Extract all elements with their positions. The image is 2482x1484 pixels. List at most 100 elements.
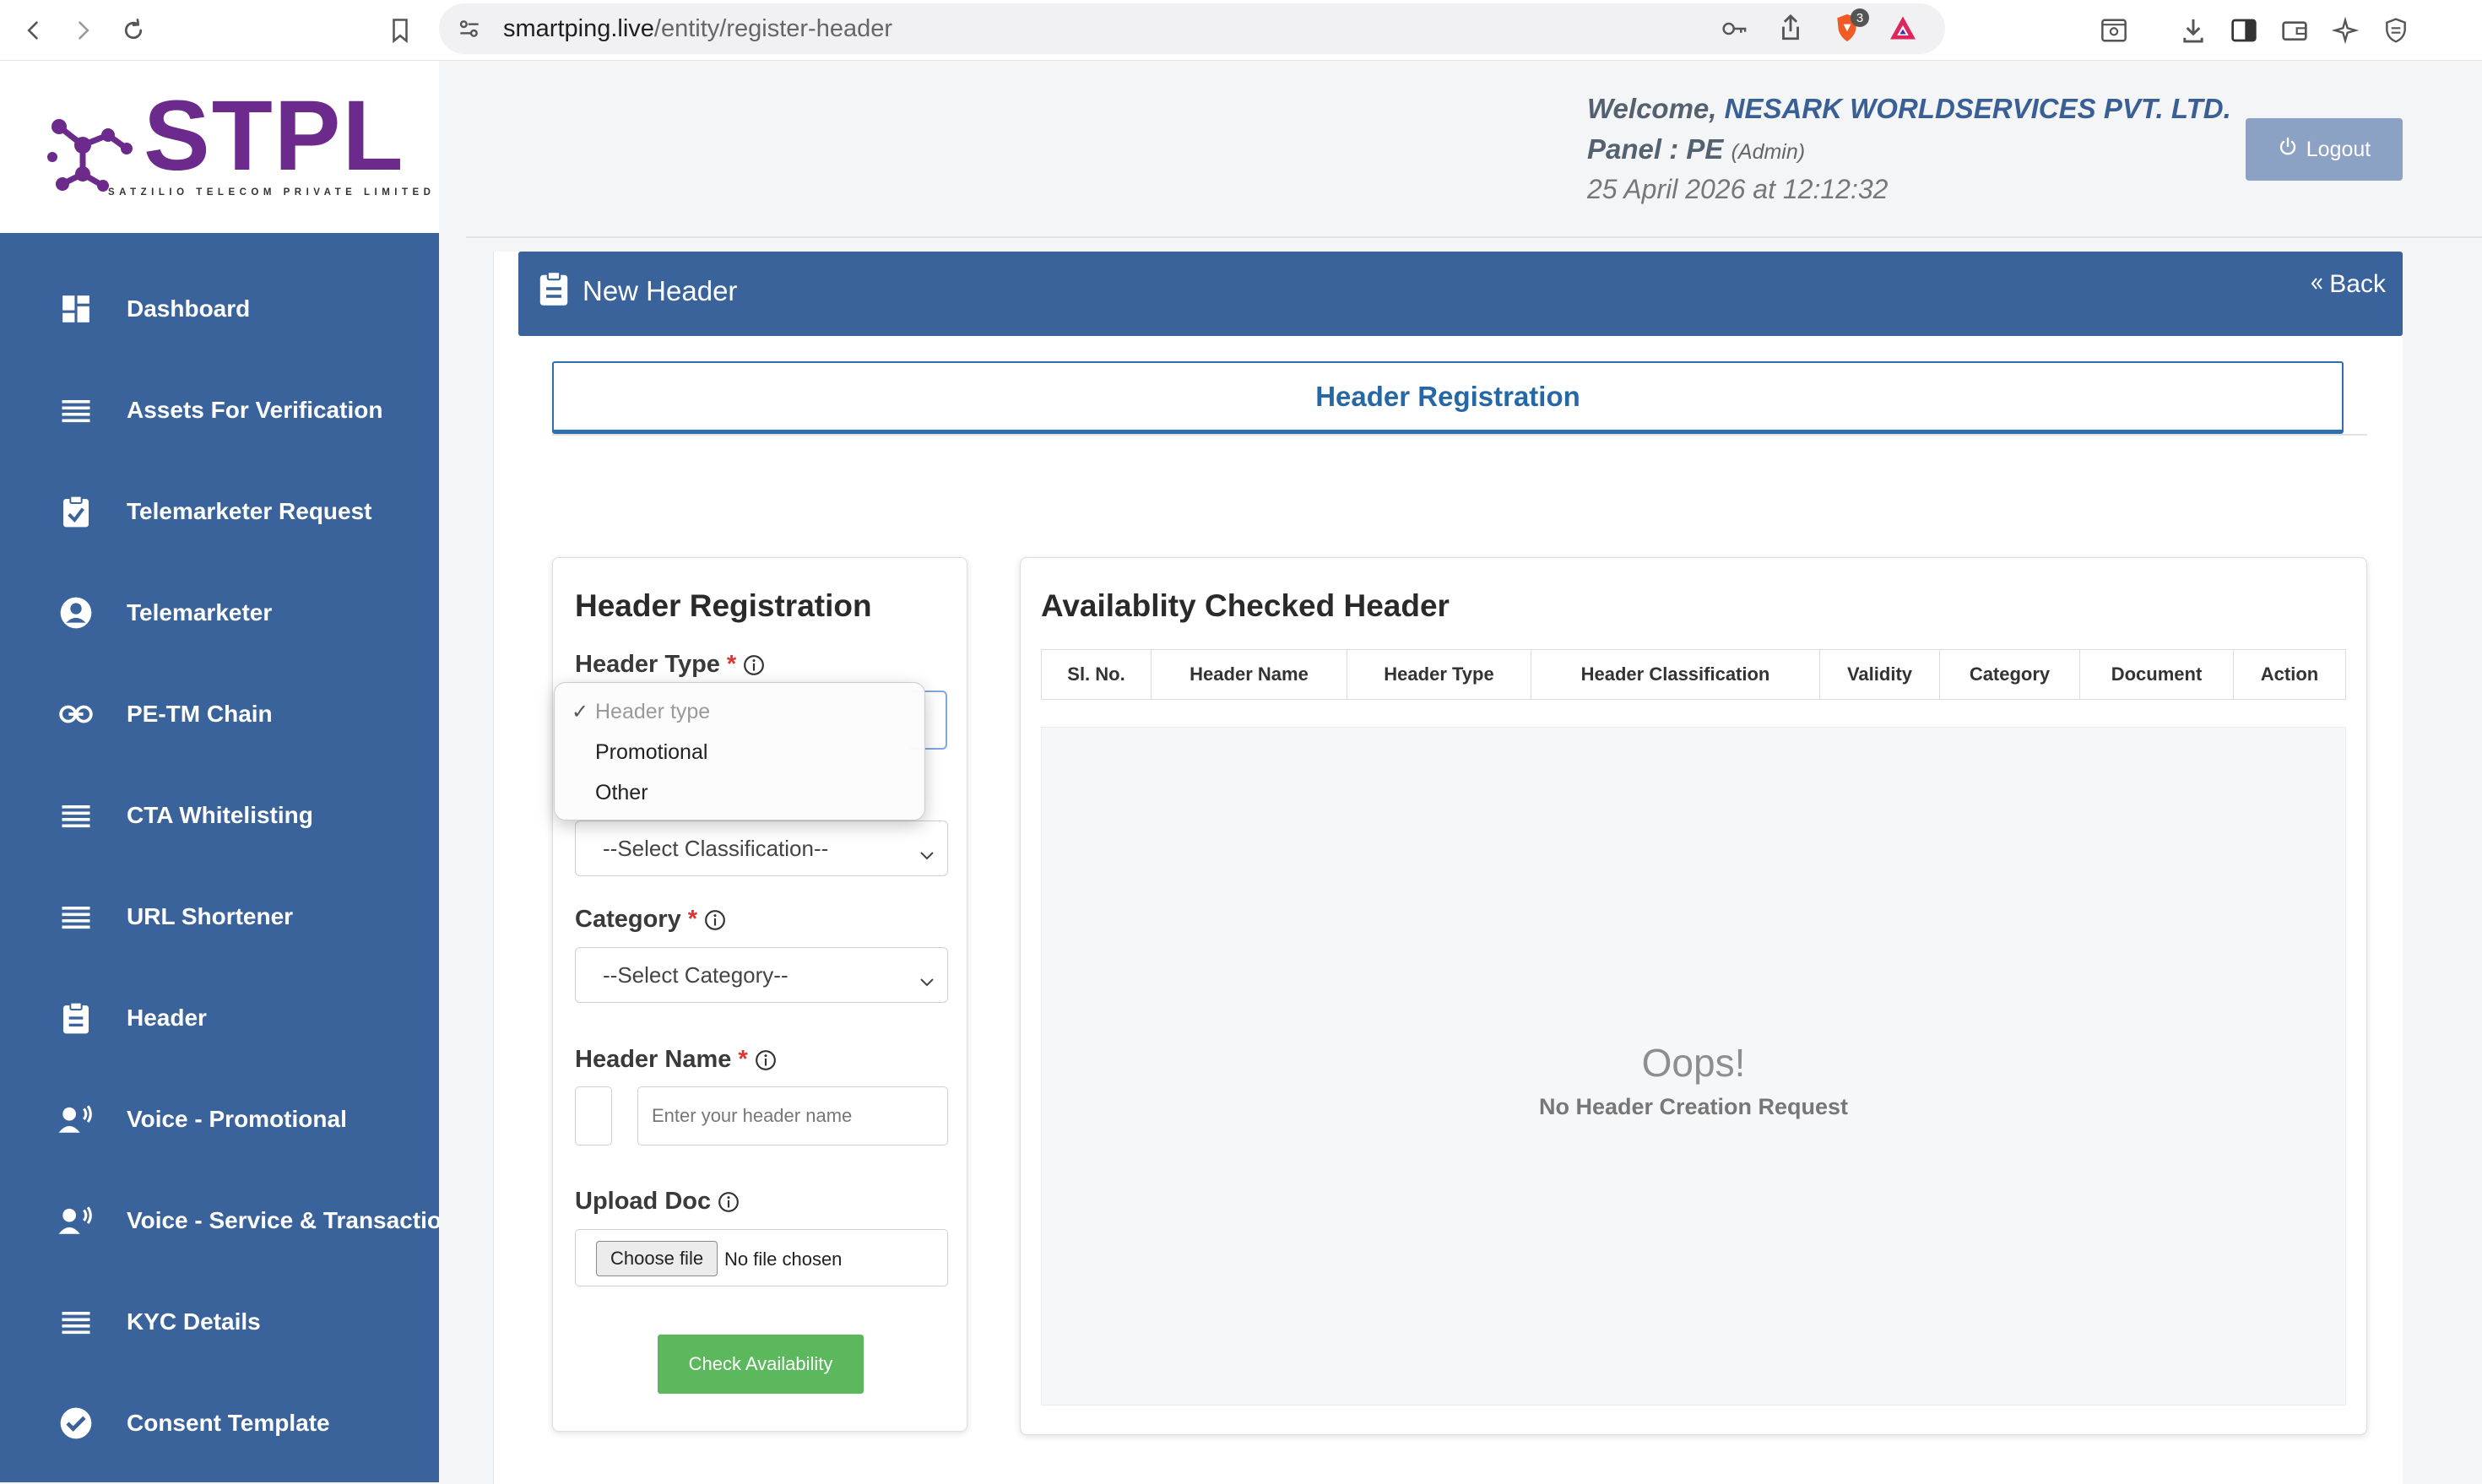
panel-role: (Admin) [1731, 140, 1806, 164]
sidebar-item-pe-tm-chain[interactable]: PE-TM Chain [0, 663, 439, 765]
header-prefix-field[interactable] [575, 1086, 612, 1145]
dropdown-option-header-type[interactable]: Header type [595, 700, 710, 724]
chevron-down-icon [919, 842, 935, 868]
list-icon [57, 392, 95, 429]
url-host: smartping.live [503, 15, 654, 42]
sidebar-item-url-shortener[interactable]: URL Shortener [0, 866, 439, 967]
current-datetime: 25 April 2026 at 12:12:32 [1587, 174, 1889, 204]
sidebar-item-cta-whitelisting[interactable]: CTA Whitelisting [0, 765, 439, 866]
table-empty-state: Oops! No Header Creation Request [1041, 727, 2346, 1405]
required-mark: * [738, 1046, 748, 1073]
dropdown-option-other[interactable]: Other [595, 781, 648, 805]
sidebar-item-assets-for-verification[interactable]: Assets For Verification [0, 360, 439, 461]
sidebar-item-header[interactable]: Header [0, 967, 439, 1069]
browser-toolbar: smartping.live/entity/register-header 3 [0, 0, 2482, 61]
sidebar-item-voice-service-transactional[interactable]: Voice - Service & Transactional [0, 1170, 439, 1271]
required-mark: * [687, 906, 697, 933]
reload-icon[interactable] [115, 12, 152, 49]
info-icon[interactable] [704, 909, 726, 931]
brave-shield-icon[interactable]: 3 [1832, 8, 1869, 46]
table-header: Sl. No. Header Name Header Type Header C… [1041, 649, 2346, 700]
tab-header-registration[interactable]: Header Registration [552, 361, 2344, 434]
wallet-icon[interactable] [2276, 12, 2313, 49]
column-header: Validity [1820, 650, 1940, 699]
sidebar-item-label: Voice - Promotional [127, 1106, 347, 1132]
site-settings-icon[interactable] [456, 15, 483, 46]
brave-rewards-icon[interactable] [1888, 14, 1918, 46]
page-title-bar: New Header Back [518, 252, 2403, 336]
dropdown-option-promotional[interactable]: Promotional [595, 740, 707, 765]
leo-ai-icon[interactable] [2327, 12, 2364, 49]
voice-user-icon [57, 1101, 95, 1138]
key-icon[interactable] [1721, 15, 1749, 46]
sidebar-item-consent-template[interactable]: Consent Template [0, 1373, 439, 1474]
sidebar-item-label: Telemarketer Request [127, 498, 372, 524]
dashboard-icon [57, 290, 95, 328]
upload-doc-label-text: Upload Doc [575, 1188, 712, 1215]
tab-underline [552, 434, 2367, 436]
chevron-down-icon [919, 968, 935, 994]
list-icon [57, 898, 95, 935]
sidebar-item-label: CTA Whitelisting [127, 802, 313, 828]
sidebar-item-telemarketer[interactable]: Telemarketer [0, 562, 439, 663]
list-icon [57, 1303, 95, 1340]
back-arrow-icon[interactable] [15, 12, 52, 49]
back-label: Back [2329, 270, 2386, 298]
header-name-input[interactable]: Enter your header name [637, 1086, 948, 1145]
column-header: Category [1940, 650, 2080, 699]
sidebar: Dashboard Assets For Verification Telema… [0, 233, 439, 1482]
address-bar[interactable]: smartping.live/entity/register-header 3 [439, 3, 1945, 54]
column-header: Document [2080, 650, 2234, 699]
list-icon [57, 797, 95, 834]
column-header: Header Type [1347, 650, 1531, 699]
column-header: Sl. No. [1042, 650, 1152, 699]
header-type-label: Header Type * [575, 651, 765, 679]
check-circle-icon [57, 1405, 95, 1442]
sidebar-item-telemarketer-request[interactable]: Telemarketer Request [0, 461, 439, 562]
share-icon[interactable] [1778, 14, 1803, 46]
sidebar-item-dashboard[interactable]: Dashboard [0, 258, 439, 360]
category-value: --Select Category-- [603, 961, 788, 988]
panel-name: Panel : PE [1587, 133, 1731, 165]
category-label: Category * [575, 906, 726, 934]
classification-select[interactable]: --Select Classification-- [575, 821, 948, 876]
back-link[interactable]: Back [2309, 270, 2386, 299]
column-header: Action [2260, 663, 2319, 685]
column-header: Header Name [1152, 650, 1347, 699]
sidebar-item-kyc-details[interactable]: KYC Details [0, 1271, 439, 1373]
sidebar-item-voice-promotional[interactable]: Voice - Promotional [0, 1069, 439, 1170]
empty-title: Oops! [1641, 1041, 1746, 1085]
table-title: Availablity Checked Header [1041, 588, 1450, 623]
info-icon[interactable] [755, 1049, 777, 1071]
sidebar-item-label: KYC Details [127, 1308, 261, 1335]
forward-arrow-icon[interactable] [64, 12, 101, 49]
upload-doc-field: Choose file No file chosen [575, 1229, 948, 1286]
info-icon[interactable] [718, 1191, 740, 1213]
tab-label: Header Registration [1315, 380, 1580, 412]
sidebar-item-label: Header [127, 1005, 207, 1031]
choose-file-button[interactable]: Choose file [596, 1241, 718, 1276]
logout-button[interactable]: Logout [2246, 118, 2403, 181]
header-name-label-text: Header Name [575, 1046, 732, 1073]
sidebar-item-label: PE-TM Chain [127, 701, 273, 727]
sidebar-item-label: Voice - Service & Transactional [127, 1207, 439, 1233]
url-text[interactable]: smartping.live/entity/register-header [503, 15, 892, 43]
category-select[interactable]: --Select Category-- [575, 947, 948, 1003]
check-availability-button[interactable]: Check Availability [658, 1335, 864, 1394]
sidebar-toggle-icon[interactable] [2225, 12, 2263, 49]
upload-doc-label: Upload Doc [575, 1188, 740, 1216]
vpn-shield-icon[interactable] [2377, 12, 2414, 49]
info-icon[interactable] [743, 654, 765, 676]
clipboard-check-icon [57, 493, 95, 530]
form-title: Header Registration [575, 588, 872, 623]
panel-info: Panel : PE (Admin) [1587, 133, 1805, 165]
bookmark-icon[interactable] [382, 12, 419, 49]
selected-check-icon: ✓ [572, 701, 589, 723]
logo-area: STPL SATZILIO TELECOM PRIVATE LIMITED [0, 61, 439, 233]
download-icon[interactable] [2175, 12, 2212, 49]
page-title: New Header [583, 275, 738, 306]
reader-mode-icon[interactable] [2095, 12, 2132, 49]
sidebar-item-label: Telemarketer [127, 599, 273, 626]
double-chevron-left-icon [2309, 270, 2326, 299]
header-type-dropdown: ✓ Header type Promotional Other [554, 682, 925, 821]
